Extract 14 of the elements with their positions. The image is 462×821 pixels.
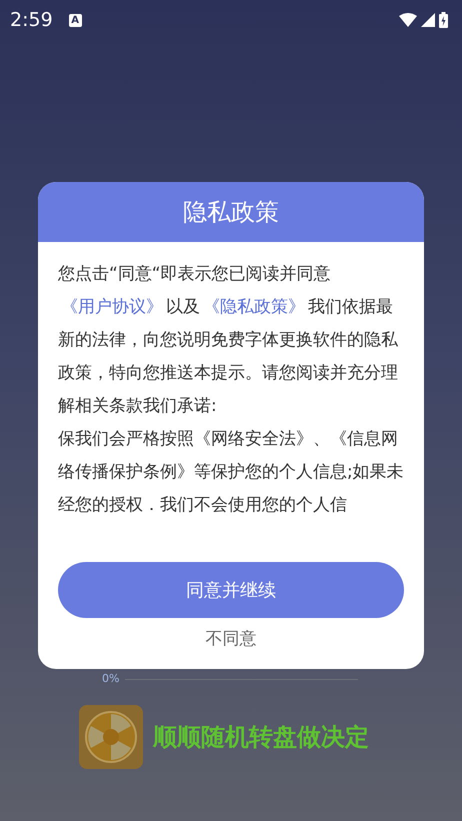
app-title: 顺顺随机转盘做决定 — [153, 722, 369, 753]
wifi-icon — [399, 13, 417, 27]
policy-link[interactable]: 《用户协议》 — [61, 297, 163, 317]
notification-icon: A — [68, 14, 82, 26]
privacy-text: 您点击“同意“即表示您已阅读并同意 《用户协议》 以及 《隐私政策》 我们依据最新的法律，向您说明免费字体更换软件的隐私政策，特向您推送本提示。请您阅读并充分理解相关条款我们承诺: 保我们会严格按照《网络安全法》、《信息网络传播保护条例》等保护您的个人信息;如果未经您的授权．我们不会使用您的个人信 — [58, 263, 404, 517]
battery-icon — [439, 12, 448, 28]
progress-label: 0% — [102, 671, 120, 687]
disagree-button[interactable]: 不同意 — [200, 626, 262, 654]
policy-link[interactable]: 《隐私政策》 — [203, 297, 305, 317]
agree-button[interactable]: 同意并继续 — [58, 562, 404, 618]
status-time: 2:59 — [10, 8, 53, 33]
signal-icon — [421, 13, 435, 27]
dialog-title: 隐私政策 — [183, 197, 279, 228]
wheel-icon — [79, 705, 143, 769]
